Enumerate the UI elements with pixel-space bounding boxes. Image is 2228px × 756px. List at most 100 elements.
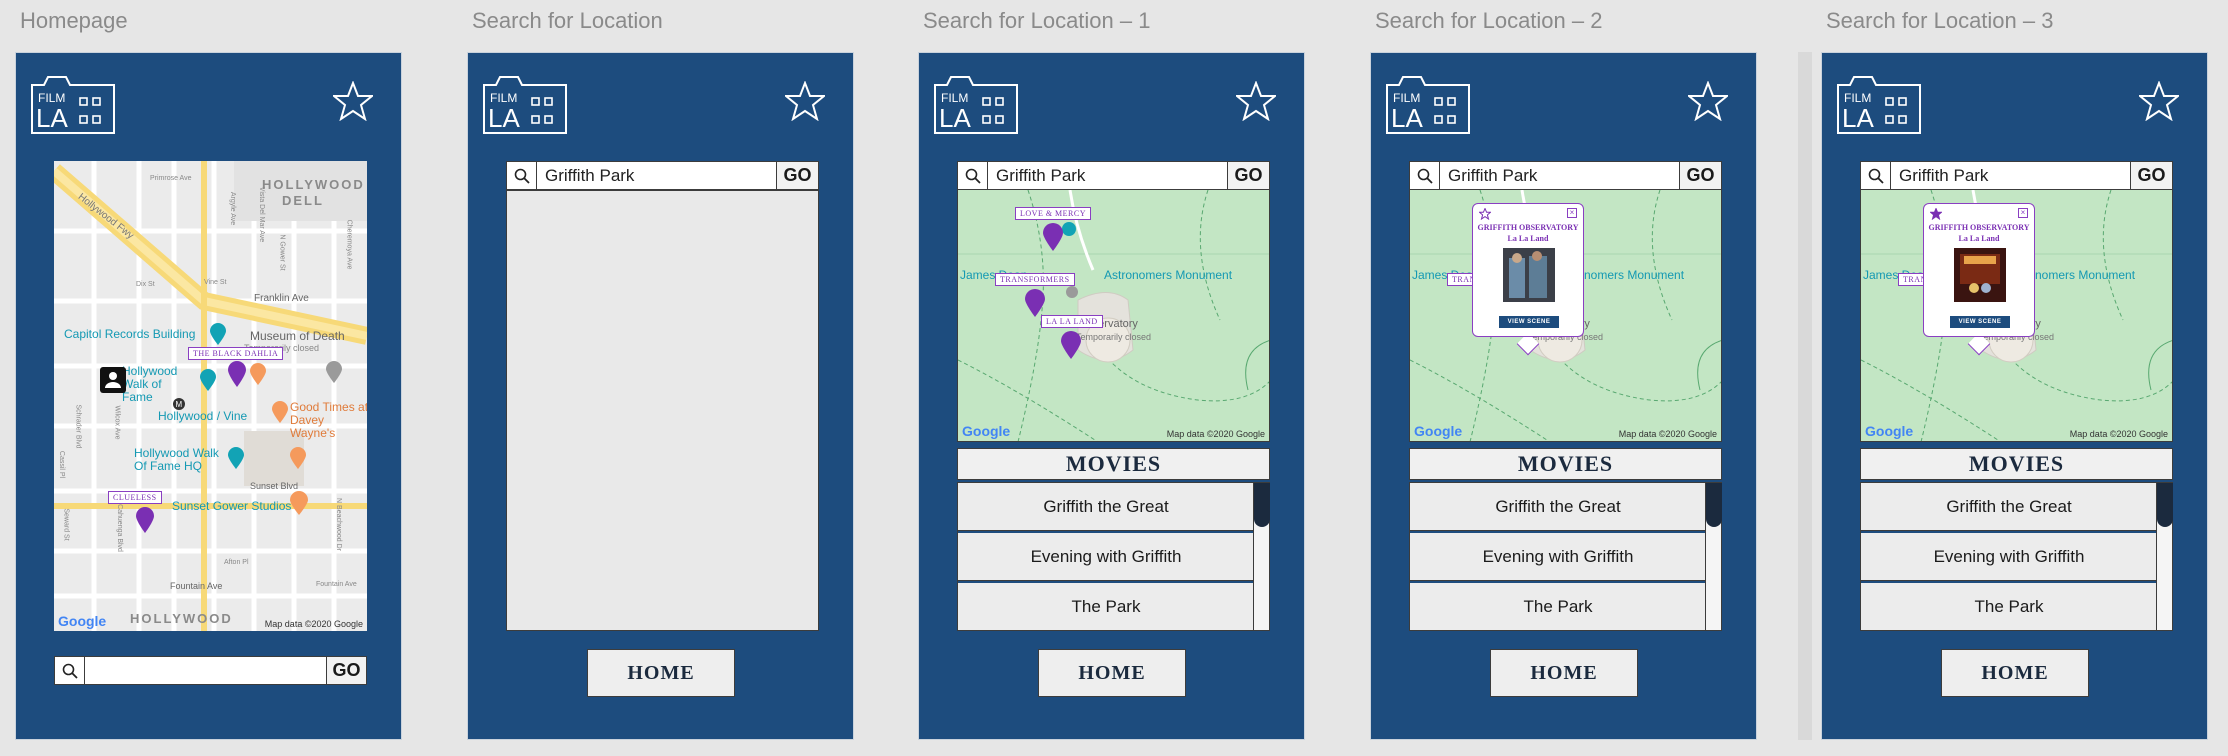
poi-sunset-gower[interactable]: Sunset Gower Studios [172,499,291,513]
movie-item[interactable]: Evening with Griffith [958,533,1254,581]
orange-pin-icon[interactable] [250,363,266,385]
movie-list[interactable]: Griffith the Great Evening with Griffith… [1860,482,2173,631]
movie-item[interactable]: Griffith the Great [1861,483,2157,531]
teal-pin-icon[interactable] [228,447,244,469]
movie-item[interactable]: Evening with Griffith [1861,533,2157,581]
home-button[interactable]: HOME [1941,649,2089,697]
marker-label-clueless[interactable]: CLUELESS [108,491,162,504]
movie-pin-icon[interactable] [1025,289,1045,317]
search-input[interactable]: Griffith Park [1891,162,2130,189]
movie-list-scrollbar[interactable] [2156,483,2173,630]
movie-list-scrollbar[interactable] [1253,483,1270,630]
home-button[interactable]: HOME [1490,649,1638,697]
search-input[interactable] [85,657,326,684]
map-attribution: Map data ©2020 Google [2069,429,2168,439]
favorites-star-icon[interactable] [333,81,373,121]
search-bar[interactable]: Griffith Park GO [957,161,1270,190]
home-search-bar[interactable]: GO [54,656,367,685]
movie-pin-icon[interactable] [136,507,154,533]
movie-pin-icon[interactable] [1061,331,1081,359]
scrollbar-thumb[interactable] [1706,483,1722,527]
movie-list-scrollbar[interactable] [1705,483,1722,630]
search-bar[interactable]: Griffith Park GO [1860,161,2173,190]
marker-label-transformers[interactable]: TRANSFORMERS [995,273,1075,286]
search-icon[interactable] [1861,162,1891,189]
scene-popup[interactable]: × GRIFFITH OBSERVATORY La La Land VIEW SC… [1923,203,2035,337]
map-label-afton-pl: Afton Pl [224,559,249,566]
movie-item[interactable]: The Park [958,583,1254,630]
home-button[interactable]: HOME [587,649,735,697]
map-label-vista-del-mar: Vista Del Mar Ave [258,186,266,243]
go-button[interactable]: GO [326,657,366,684]
movie-item[interactable]: Griffith the Great [1410,483,1706,531]
gray-pin-icon [326,361,342,383]
film-la-logo: FILM LA [1386,76,1470,134]
popup-close-icon[interactable]: × [2018,208,2028,218]
scene-popup[interactable]: × GRIFFITH OBSERVATORY La La Land VIEW SC… [1472,203,1584,337]
search-icon[interactable] [1410,162,1440,189]
marker-label-la-la-land[interactable]: LA LA LAND [1041,315,1103,328]
google-logo: Google [1414,423,1463,439]
movie-item[interactable]: Griffith the Great [958,483,1254,531]
teal-poi-icon [1062,222,1076,236]
artboard-edge [1798,52,1812,740]
poi-walk-of-fame-hq[interactable]: Hollywood Walk Of Fame HQ [134,447,232,473]
poi-museum-of-death[interactable]: Museum of Death [250,329,345,343]
search-icon[interactable] [958,162,988,189]
movie-item[interactable]: The Park [1410,583,1706,630]
favorites-star-icon[interactable] [785,81,825,121]
search-input[interactable]: Griffith Park [1440,162,1679,189]
gray-poi-icon [1066,286,1078,298]
movie-pin-icon[interactable] [1043,223,1063,251]
scrollbar-thumb[interactable] [1254,483,1270,527]
search-bar[interactable]: Griffith Park GO [1409,161,1722,190]
favorites-star-icon[interactable] [2139,81,2179,121]
map-label-argyle-ave: Argyle Ave [229,191,237,226]
user-location-icon[interactable] [100,367,126,393]
scrollbar-thumb[interactable] [2157,483,2173,527]
popup-star-icon[interactable] [1930,208,1942,220]
poi-capitol-records[interactable]: Capitol Records Building [64,327,195,341]
artboard-title-search-1: Search for Location – 1 [923,8,1151,33]
search-bar[interactable]: Griffith Park GO [506,161,819,190]
home-button[interactable]: HOME [1038,649,1186,697]
poi-good-times[interactable]: Good Times at Davey Wayne's [290,401,367,440]
orange-pin-icon[interactable] [290,447,306,469]
teal-pin-icon[interactable] [210,323,226,345]
artboard-title-homepage: Homepage [20,8,128,33]
search-icon[interactable] [55,657,85,684]
film-la-logo: FILM LA [934,76,1018,134]
favorites-star-icon[interactable] [1236,81,1276,121]
poi-hollywood-vine[interactable]: Hollywood / Vine [158,409,247,423]
favorites-star-icon[interactable] [1688,81,1728,121]
view-scene-button[interactable]: VIEW SCENE [1950,316,2010,328]
go-button[interactable]: GO [1679,162,1721,189]
go-button[interactable]: GO [1227,162,1269,189]
map-attribution: Map data ©2020 Google [264,619,363,629]
go-button[interactable]: GO [2130,162,2172,189]
map-label-wilcox-ave: Wilcox Ave [113,405,121,440]
teal-pin-icon[interactable] [200,369,216,391]
popup-star-icon[interactable] [1479,208,1491,220]
orange-pin-icon[interactable] [272,401,288,423]
view-scene-button[interactable]: VIEW SCENE [1499,316,1559,328]
search-input[interactable]: Griffith Park [537,162,776,189]
home-map[interactable]: HOLLYWOOD DELL Hollywood Fwy Franklin Av… [54,161,367,631]
map-label-temporarily-closed: Temporarily closed [1076,332,1152,342]
movie-item[interactable]: The Park [1861,583,2157,630]
park-map[interactable]: James Dean Astronomers Monument Observat… [957,190,1270,442]
film-la-logo: FILM LA [1837,76,1921,134]
scene-thumbnail [1503,248,1555,302]
movie-list[interactable]: Griffith the Great Evening with Griffith… [957,482,1270,631]
svg-text:LA: LA [1842,103,1874,133]
movie-list[interactable]: Griffith the Great Evening with Griffith… [1409,482,1722,631]
search-icon[interactable] [507,162,537,189]
orange-pin-icon[interactable] [290,491,308,515]
marker-label-black-dahlia[interactable]: THE BLACK DAHLIA [188,347,284,360]
movie-item[interactable]: Evening with Griffith [1410,533,1706,581]
movie-pin-icon[interactable] [228,361,246,387]
marker-label-love-and-mercy[interactable]: LOVE & MERCY [1015,207,1091,220]
search-input[interactable]: Griffith Park [988,162,1227,189]
go-button[interactable]: GO [776,162,818,189]
popup-close-icon[interactable]: × [1567,208,1577,218]
